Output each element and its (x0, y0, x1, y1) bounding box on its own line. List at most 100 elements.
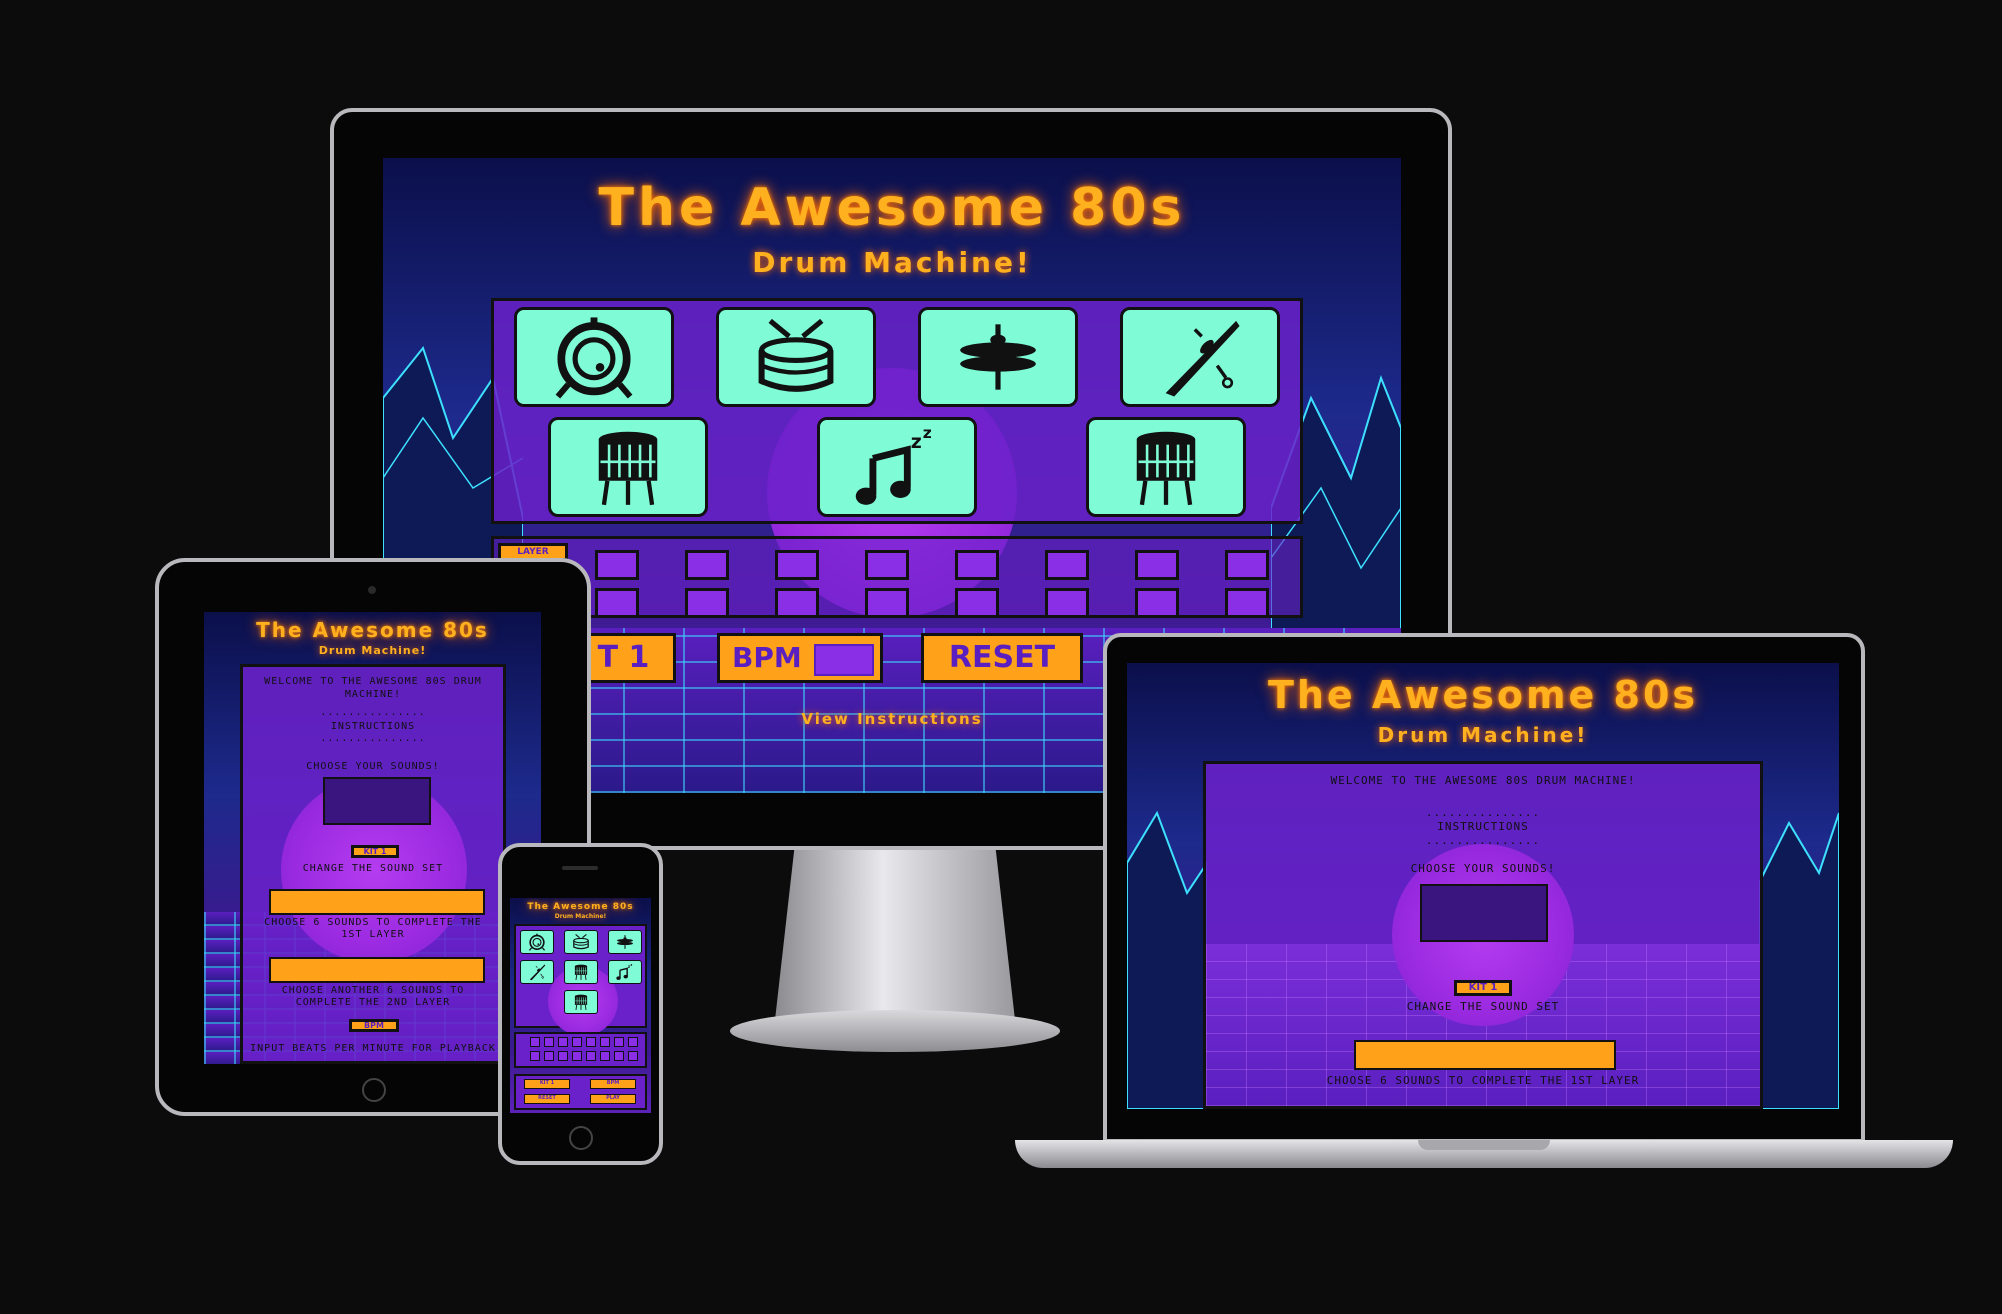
sequencer-step[interactable] (1045, 588, 1089, 618)
laptop-kit-button[interactable]: KIT 1 (1454, 980, 1512, 996)
phone-sequencer-step[interactable] (628, 1037, 638, 1047)
phone-title: The Awesome 80s (527, 902, 634, 912)
sequencer-step[interactable] (1225, 588, 1269, 618)
phone-sound-pad[interactable] (520, 960, 554, 984)
phone-sequencer-step[interactable] (558, 1051, 568, 1061)
phone-sequencer-step[interactable] (558, 1037, 568, 1047)
laptop-instructions[interactable]: INSTRUCTIONS (1206, 820, 1760, 833)
sequencer-step[interactable] (1135, 588, 1179, 618)
pad-hi-hat[interactable] (918, 307, 1078, 407)
phone-kit-button[interactable]: KIT 1 (524, 1079, 570, 1089)
phone-bpm-button[interactable]: BPM (590, 1079, 636, 1089)
phone-sequencer-step[interactable] (530, 1051, 540, 1061)
phone-sequencer-step[interactable] (544, 1037, 554, 1047)
tablet-change-sound-set: CHANGE THE SOUND SET (302, 863, 444, 874)
tablet-home-button[interactable] (362, 1078, 386, 1102)
laptop-dots-top: ............... (1425, 806, 1541, 819)
tablet-subtitle: Drum Machine! (318, 644, 427, 657)
laptop-layer1-hint: CHOOSE 6 SOUNDS TO COMPLETE THE 1ST LAYE… (1326, 1074, 1640, 1087)
phone-reset-button[interactable]: RESET (524, 1094, 570, 1104)
sequencer-step[interactable] (775, 588, 819, 618)
hi-hat-icon (955, 314, 1041, 400)
bpm-label: BPM (732, 641, 802, 674)
phone-sound-pad[interactable] (564, 960, 598, 984)
sequencer-step[interactable] (955, 588, 999, 618)
tom-drum-icon (585, 424, 671, 510)
phone-sequencer-step[interactable] (600, 1037, 610, 1047)
pad-crash-cymbal[interactable] (1120, 307, 1280, 407)
sequencer-step[interactable] (595, 588, 639, 618)
tablet-bpm-button[interactable]: BPM (349, 1019, 399, 1032)
phone-sound-pad[interactable] (564, 990, 598, 1014)
phone-sequencer-step[interactable] (586, 1051, 596, 1061)
tom-drum-icon (572, 993, 590, 1011)
laptop-screen: The Awesome 80s Drum Machine! WELCOME TO… (1127, 663, 1839, 1109)
phone-sequencer-step[interactable] (600, 1051, 610, 1061)
tablet-content-panel: WELCOME TO THE AWESOME 80S DRUM MACHINE!… (240, 664, 506, 1064)
phone-home-button[interactable] (569, 1126, 593, 1150)
pad-tom-right[interactable] (1086, 417, 1246, 517)
pad-tom-left[interactable] (548, 417, 708, 517)
phone-sequencer-step[interactable] (586, 1037, 596, 1047)
phone-sound-pad[interactable] (608, 960, 642, 984)
sequencer-step[interactable] (775, 550, 819, 580)
laptop-notch (1418, 1140, 1550, 1150)
phone-subtitle: Drum Machine! (554, 913, 607, 920)
sequencer-step[interactable] (1225, 550, 1269, 580)
monitor-base (730, 1010, 1060, 1052)
phone-sequencer-step[interactable] (572, 1051, 582, 1061)
laptop-choose-sounds: CHOOSE YOUR SOUNDS! (1410, 862, 1556, 875)
laptop-change-sound-set: CHANGE THE SOUND SET (1406, 1000, 1560, 1013)
tablet-camera (368, 586, 376, 594)
reset-button[interactable]: RESET (921, 633, 1083, 683)
sequencer-step[interactable] (955, 550, 999, 580)
hi-hat-icon (616, 933, 634, 951)
tablet-choose-sounds: CHOOSE YOUR SOUNDS! (306, 761, 440, 772)
tablet-kit-button[interactable]: KIT 1 (351, 845, 399, 858)
laptop-mountains-right (1759, 812, 1839, 1109)
sequencer-step[interactable] (685, 550, 729, 580)
snare-drum-icon (572, 933, 590, 951)
sequencer-step[interactable] (1045, 550, 1089, 580)
sequencer-step[interactable] (685, 588, 729, 618)
phone-play-button[interactable]: PLAY (590, 1094, 636, 1104)
sequencer-step[interactable] (865, 550, 909, 580)
pad-snare-drum[interactable] (716, 307, 876, 407)
sequencer-step[interactable] (1135, 550, 1179, 580)
laptop-content-panel: WELCOME TO THE AWESOME 80S DRUM MACHINE!… (1203, 761, 1763, 1109)
phone-sequencer-step[interactable] (544, 1051, 554, 1061)
bpm-field[interactable]: BPM (717, 633, 883, 683)
phone-sequencer-step[interactable] (572, 1037, 582, 1047)
sound-pads-panel (491, 298, 1303, 524)
pad-bass-drum[interactable] (514, 307, 674, 407)
phone-speaker (562, 866, 598, 870)
tablet-screen: The Awesome 80s Drum Machine! WELCOME TO… (204, 612, 541, 1064)
bass-drum-icon (528, 933, 546, 951)
monitor-stand (775, 850, 1015, 1020)
pad-music-notes[interactable] (817, 417, 977, 517)
tablet-title: The Awesome 80s (256, 618, 489, 642)
music-notes-icon (854, 424, 940, 510)
bass-drum-icon (551, 314, 637, 400)
tablet-instructions[interactable]: INSTRUCTIONS (243, 721, 503, 732)
crash-cymbal-icon (1157, 314, 1243, 400)
laptop-subtitle: Drum Machine! (1377, 723, 1589, 747)
phone-sound-pad[interactable] (520, 930, 554, 954)
phone-screen: The Awesome 80s Drum Machine! KIT 1 BPM … (510, 898, 651, 1113)
music-notes-icon (616, 963, 634, 981)
laptop-title: The Awesome 80s (1267, 673, 1699, 717)
phone-sequencer-step[interactable] (530, 1037, 540, 1047)
tablet-layer2-hint: CHOOSE ANOTHER 6 SOUNDS TO COMPLETE THE … (281, 985, 465, 1008)
tablet-welcome: WELCOME TO THE AWESOME 80S DRUM MACHINE! (264, 676, 482, 700)
crash-cymbal-icon (528, 963, 546, 981)
phone-sequencer-step[interactable] (614, 1037, 624, 1047)
bpm-input[interactable] (814, 644, 874, 676)
phone-sequencer-step[interactable] (628, 1051, 638, 1061)
sequencer-step[interactable] (865, 588, 909, 618)
phone-sound-pad[interactable] (564, 930, 598, 954)
phone-sound-pad[interactable] (608, 930, 642, 954)
phone-sequencer-step[interactable] (614, 1051, 624, 1061)
sequencer-step[interactable] (595, 550, 639, 580)
tablet-pad-grid (323, 777, 431, 825)
tablet-layer2-steps (269, 957, 485, 983)
